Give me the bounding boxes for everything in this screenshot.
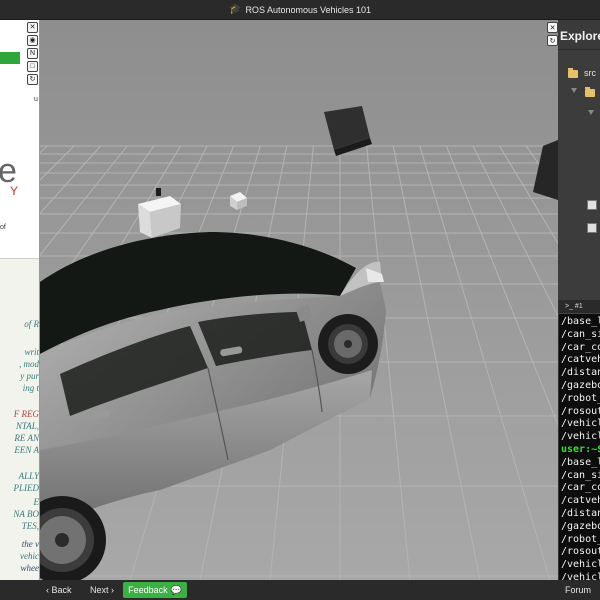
terminal-line: /can_si bbox=[561, 469, 600, 481]
terminal-line: /rosout bbox=[561, 546, 600, 558]
file-icon-2[interactable] bbox=[587, 223, 597, 233]
title-bar: 🎓 ROS Autonomous Vehicles 101 bbox=[0, 0, 600, 20]
terminal-line: /gazebo bbox=[561, 520, 600, 532]
terminal-line: /car_co bbox=[561, 341, 600, 353]
subfolder-icon[interactable] bbox=[585, 87, 595, 97]
code-line: y pur bbox=[20, 371, 39, 381]
code-line: NTAL, bbox=[15, 421, 39, 431]
terminal-line: /distan bbox=[561, 367, 600, 379]
forum-button[interactable]: Forum bbox=[565, 585, 591, 595]
explorer-title: Explore bbox=[558, 20, 600, 50]
terminal-line: /rosout bbox=[561, 405, 600, 417]
terminal-line: /base_l bbox=[561, 456, 600, 468]
camera-icon[interactable]: ◉ bbox=[27, 35, 38, 46]
code-line: E bbox=[33, 497, 40, 507]
terminal-line: /catveh bbox=[561, 495, 600, 507]
expand-triangle-icon[interactable] bbox=[571, 88, 577, 93]
terminal-line: /vehicl bbox=[561, 418, 600, 430]
next-button[interactable]: Next › bbox=[90, 585, 114, 595]
gazebo-3d-viewport[interactable] bbox=[40, 20, 558, 580]
notebook-subheading-fragment: Y bbox=[10, 184, 19, 198]
viewport-refresh-icon[interactable]: ↻ bbox=[547, 35, 558, 46]
code-line: TES, bbox=[21, 521, 39, 531]
code-line: EEN A bbox=[14, 445, 39, 455]
graduation-cap-icon: 🎓 bbox=[228, 4, 242, 15]
terminal-line: /vehicl bbox=[561, 559, 600, 571]
viewport-close-icon[interactable]: ✕ bbox=[547, 22, 558, 33]
terminal-line: /vehicl bbox=[561, 431, 600, 443]
terminal-line: /gazebo bbox=[561, 379, 600, 391]
feedback-button[interactable]: Feedback 💬 bbox=[123, 582, 187, 598]
terminal-line: /distan bbox=[561, 507, 600, 519]
chat-bubble-icon: 💬 bbox=[170, 584, 182, 595]
terminal-line: /car_co bbox=[561, 482, 600, 494]
file-explorer-panel: Explore bbox=[558, 20, 600, 300]
terminal-line: /base_l bbox=[561, 316, 600, 327]
ros-ide-window: 🎓 ROS Autonomous Vehicles 101 u e Y of o… bbox=[0, 0, 600, 600]
terminal-line: /can_si bbox=[561, 328, 600, 340]
simulation-scene[interactable] bbox=[40, 20, 558, 580]
feedback-label: Feedback bbox=[128, 585, 168, 595]
window-title: ROS Autonomous Vehicles 101 bbox=[245, 4, 372, 15]
square-icon[interactable]: □ bbox=[27, 61, 38, 72]
code-line: writ bbox=[24, 347, 39, 357]
notebook-code-cell[interactable]: of Rwrit, mod y pur ing tF REG NTAL, RE AN EE… bbox=[0, 258, 40, 580]
terminal-prompt: user:~$ bbox=[561, 443, 600, 455]
terminal-line: /robot_ bbox=[561, 392, 600, 404]
notebook-heading-fragment: e bbox=[0, 154, 17, 188]
terminal-output[interactable]: /base_l/can_si/car_co/catveh/distan/gaze… bbox=[559, 314, 600, 580]
bottom-bar: ‹ Back Next › Feedback 💬 Forum bbox=[0, 580, 600, 600]
code-line: the v bbox=[21, 539, 39, 549]
code-line: whee bbox=[20, 563, 40, 573]
terminal-line: /vehicl bbox=[561, 571, 600, 580]
notebook-text-fragment-of: of bbox=[0, 224, 6, 231]
shell-terminal[interactable]: >_ #1 /base_l/can_si/car_co/catveh/dista… bbox=[558, 300, 600, 580]
code-line: PLIED bbox=[13, 483, 40, 493]
code-line: F REG bbox=[13, 409, 39, 419]
code-line: of R bbox=[24, 319, 39, 329]
code-line: ALLY bbox=[18, 471, 39, 481]
file-icon[interactable] bbox=[587, 200, 597, 210]
code-line: NA BO bbox=[13, 509, 39, 519]
notebook-panel: u e Y of of R writ , mod y pur ing t F REG NTA… bbox=[0, 20, 40, 580]
code-line: RE AN bbox=[14, 433, 39, 443]
refresh-icon[interactable]: ↻ bbox=[27, 74, 38, 85]
code-line: ing t bbox=[22, 383, 39, 393]
notebook-text-fragment-u: u bbox=[34, 96, 38, 103]
notebook-progress-bar bbox=[0, 52, 20, 64]
explorer-root-folder[interactable]: src bbox=[584, 68, 596, 78]
terminal-tab[interactable]: >_ #1 bbox=[559, 300, 600, 314]
close-icon[interactable]: ✕ bbox=[27, 22, 38, 33]
n-icon[interactable]: N bbox=[27, 48, 38, 59]
code-line: , mod bbox=[19, 359, 39, 369]
terminal-line: /robot_ bbox=[561, 533, 600, 545]
expand-triangle-icon-2[interactable] bbox=[588, 110, 594, 115]
code-line: vehic bbox=[20, 551, 39, 561]
back-button[interactable]: ‹ Back bbox=[46, 585, 72, 595]
notebook-toolbar: ✕ ◉ N □ ↻ bbox=[27, 22, 39, 85]
terminal-line: /catveh bbox=[561, 354, 600, 366]
folder-icon[interactable] bbox=[568, 68, 578, 78]
